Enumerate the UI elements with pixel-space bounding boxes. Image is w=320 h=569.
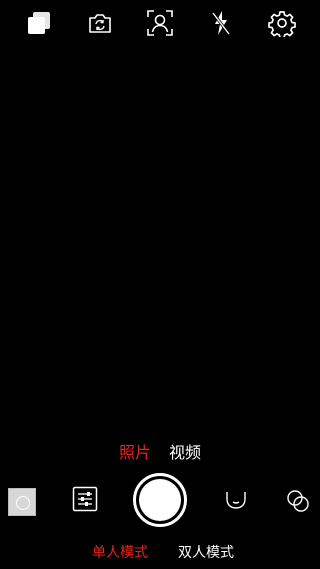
effects-button[interactable] <box>285 488 311 514</box>
camera-switch-icon <box>89 14 111 33</box>
last-photo-thumbnail[interactable] <box>8 488 36 516</box>
gallery-button[interactable] <box>24 8 54 38</box>
shutter-core <box>139 479 181 521</box>
thumbnail-image-icon <box>16 496 30 510</box>
settings-button[interactable] <box>267 8 297 38</box>
person-mode-selector: 单人模式 双人模式 <box>0 542 320 564</box>
flash-toggle-button[interactable] <box>206 8 236 38</box>
sliders-icon <box>72 486 98 512</box>
face-beauty-icon <box>226 492 246 509</box>
shutter-button[interactable] <box>133 473 187 527</box>
filter-adjust-button[interactable] <box>72 486 98 512</box>
tab-photo[interactable]: 照片 <box>119 441 151 465</box>
camera-viewfinder[interactable] <box>0 46 320 436</box>
camera-switch-button[interactable] <box>85 8 115 38</box>
tab-video[interactable]: 视频 <box>169 441 201 465</box>
flash-off-icon <box>211 11 231 35</box>
tab-single-person[interactable]: 单人模式 <box>92 542 148 564</box>
overlapping-circles-icon <box>287 490 309 512</box>
tab-double-person[interactable]: 双人模式 <box>178 542 234 564</box>
portrait-focus-button[interactable] <box>145 8 175 38</box>
capture-mode-selector: 照片 视频 <box>0 441 320 465</box>
top-toolbar <box>0 0 320 46</box>
settings-icon <box>268 11 296 37</box>
beauty-mode-button[interactable] <box>224 488 248 512</box>
gallery-icon <box>28 12 50 34</box>
portrait-focus-icon <box>147 10 173 36</box>
camera-controls <box>0 470 320 530</box>
